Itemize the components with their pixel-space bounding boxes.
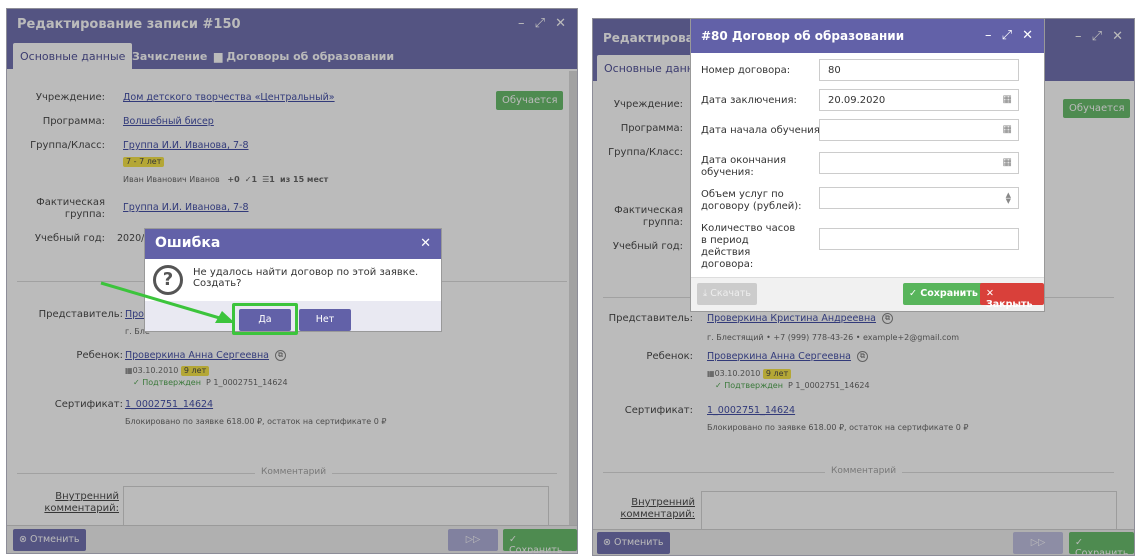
hours-label: Количество часов в период действия догов… [701, 223, 796, 270]
download-button[interactable]: ⤓ Скачать [697, 283, 757, 305]
end-date-input[interactable]: ▦ [819, 152, 1019, 174]
spinner-icon[interactable]: ▲ ▼ [1006, 192, 1011, 205]
yes-button[interactable]: Да [239, 309, 291, 331]
contract-date-input[interactable]: 20.09.2020 ▦ [819, 89, 1019, 111]
close-icon: ✕ [986, 288, 994, 299]
no-label: Нет [315, 314, 335, 325]
contract-dialog-controls[interactable]: – ⤢ ✕ [985, 28, 1036, 43]
contract-number-label: Номер договора: [701, 65, 791, 76]
hours-input[interactable] [819, 228, 1019, 250]
download-label: Скачать [710, 288, 751, 299]
calendar-icon[interactable]: ▦ [1003, 124, 1012, 135]
amount-input[interactable]: ▲ ▼ [819, 187, 1019, 209]
calendar-icon[interactable]: ▦ [1003, 94, 1012, 105]
contract-dialog: #80 Договор об образовании – ⤢ ✕ Номер д… [690, 18, 1045, 312]
no-button[interactable]: Нет [299, 309, 351, 331]
contract-number-input[interactable]: 80 [819, 59, 1019, 81]
contract-date-value: 20.09.2020 [828, 95, 886, 106]
error-dialog-title: Ошибка [155, 235, 221, 251]
start-date-input[interactable]: ▦ [819, 119, 1019, 141]
yes-label: Да [258, 314, 272, 325]
contract-save-button[interactable]: ✓ Сохранить [903, 283, 984, 305]
error-dialog-header[interactable]: Ошибка [145, 229, 441, 259]
check-icon: ✓ [909, 288, 921, 299]
end-date-label: Дата окончания обучения: [701, 155, 786, 178]
annotation-arrow [100, 281, 235, 323]
contract-save-label: Сохранить [920, 288, 978, 299]
calendar-icon[interactable]: ▦ [1003, 157, 1012, 168]
contract-dialog-title: #80 Договор об образовании [701, 29, 905, 43]
amount-label: Объем услуг по договору (рублей): [701, 189, 802, 212]
close-icon[interactable]: ✕ [420, 236, 431, 251]
start-date-label: Дата начала обучения: [701, 125, 824, 136]
contract-close-label: Закрыть [986, 299, 1033, 310]
contract-date-label: Дата заключения: [701, 95, 797, 106]
contract-close-button[interactable]: ✕ Закрыть [980, 283, 1044, 310]
